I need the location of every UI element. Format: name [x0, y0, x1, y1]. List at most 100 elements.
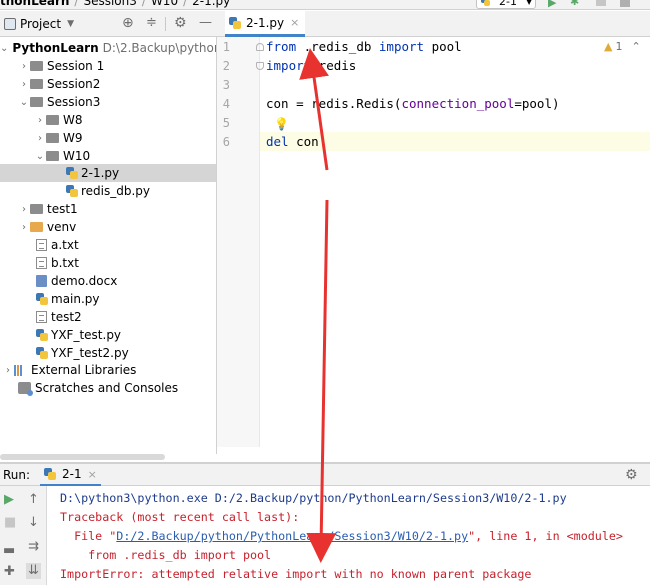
tree-item-label: Scratches and Consoles [35, 381, 179, 395]
tree-item-yxf-test-py[interactable]: YXF_test.py [0, 326, 216, 344]
tree-item-redis-db-py[interactable]: redis_db.py [0, 182, 216, 200]
folder-icon [46, 115, 59, 125]
chevron-down-icon[interactable]: ▼ [67, 19, 74, 29]
breadcrumb-w10[interactable]: W10 [151, 0, 178, 8]
run-toolbar: ▶ ↑ ■ ↓ ▬ ⇉ ✚ ⇊ [0, 486, 47, 585]
arrow-up-icon[interactable]: ↑ [28, 493, 39, 507]
project-panel-title[interactable]: Project [20, 17, 61, 31]
console-file-link[interactable]: D:/2.Backup/python/PythonLearn/Session3/… [116, 529, 468, 543]
tree-item-session2[interactable]: › Session2 [0, 75, 216, 93]
tree-item-session3[interactable]: ⌄ Session3 [0, 93, 216, 111]
gear-icon[interactable]: ⚙ [625, 467, 638, 483]
code-keyword: import [266, 58, 312, 73]
breadcrumb-session3[interactable]: Session3 [83, 0, 136, 8]
line-number: 5 [222, 116, 230, 130]
stop-icon[interactable]: ■ [4, 516, 16, 530]
chevron-right-icon[interactable]: › [18, 204, 30, 215]
scroll-to-end-icon[interactable]: ⇊ [26, 563, 41, 579]
stop-icon[interactable] [620, 0, 630, 7]
python-file-icon [36, 329, 48, 341]
tree-item-yxf-test2-py[interactable]: YXF_test2.py [0, 344, 216, 362]
inspection-widget[interactable]: ▲ 1 ⌃ [604, 40, 641, 53]
tree-item-external-libraries[interactable]: › External Libraries [0, 361, 216, 379]
tree-item-session1[interactable]: › Session 1 [0, 57, 216, 75]
close-icon[interactable]: × [290, 16, 299, 29]
chevron-right-icon[interactable]: › [18, 79, 30, 90]
tree-item-label: Session 1 [47, 59, 105, 73]
debug-icon[interactable]: ✱ [570, 0, 579, 8]
tree-item-scratches[interactable]: Scratches and Consoles [0, 379, 216, 397]
tree-item-2-1-py[interactable]: 2-1.py [0, 164, 216, 182]
breadcrumb-file[interactable]: 2-1.py [192, 0, 230, 8]
tree-item-a-txt[interactable]: a.txt [0, 236, 216, 254]
chevron-down-icon[interactable]: ⌄ [34, 151, 46, 162]
tree-item-label: W8 [63, 113, 83, 127]
python-file-icon [44, 468, 56, 480]
collapse-all-icon[interactable]: ≑ [146, 15, 157, 30]
coverage-icon[interactable] [596, 0, 606, 6]
tree-item-w10[interactable]: ⌄ W10 [0, 147, 216, 165]
project-panel-header: Project ▼ ⊕ ≑ ⚙ — [0, 11, 217, 37]
gear-icon[interactable]: ⚙ [174, 15, 187, 31]
text-file-icon [36, 239, 47, 251]
text-file-icon [36, 311, 47, 323]
run-configuration-select[interactable]: 2-1 ▼ [476, 0, 536, 9]
chevron-up-icon[interactable]: ⌃ [631, 40, 640, 53]
chevron-right-icon[interactable]: › [18, 61, 30, 72]
console-source-line: from .redis_db import pool [60, 548, 272, 562]
minimize-icon[interactable]: — [199, 15, 212, 30]
console-error-line: ImportError: attempted relative import w… [60, 567, 532, 581]
tree-item-pythonlearn[interactable]: ⌄ PythonLearn D:\2.Backup\python\ [0, 39, 216, 57]
navigation-bar: thonLearn / Session3 / W10 / 2-1.py 2-1 … [0, 0, 650, 10]
project-tree-scrollbar[interactable] [0, 454, 165, 460]
project-tree[interactable]: ⌄ PythonLearn D:\2.Backup\python\ › Sess… [0, 37, 217, 454]
chevron-down-icon[interactable]: ⌄ [0, 43, 8, 54]
tree-item-label: 2-1.py [81, 166, 120, 180]
rerun-icon[interactable]: ▶ [4, 493, 14, 507]
line-number: 6 [222, 135, 230, 149]
editor-tab-2-1-py[interactable]: 2-1.py × [225, 11, 305, 37]
python-file-icon [229, 16, 241, 29]
console-file-line: File "D:/2.Backup/python/PythonLearn/Ses… [60, 529, 623, 543]
breadcrumb-separator: / [141, 0, 146, 8]
fold-icon[interactable] [256, 43, 264, 51]
run-tab-2-1[interactable]: 2-1 × [40, 464, 101, 486]
tree-item-main-py[interactable]: main.py [0, 290, 216, 308]
pin-icon[interactable]: ✚ [4, 565, 15, 579]
tree-item-w8[interactable]: › W8 [0, 111, 216, 129]
tree-item-venv[interactable]: › venv [0, 218, 216, 236]
python-file-icon [36, 347, 48, 359]
editor-tab-label: 2-1.py [246, 15, 285, 30]
chevron-right-icon[interactable]: › [18, 222, 30, 233]
tree-item-label: a.txt [51, 238, 79, 252]
tree-item-label: venv [47, 220, 77, 234]
soft-wrap-icon[interactable]: ⇉ [28, 540, 39, 554]
close-icon[interactable]: × [88, 468, 97, 481]
run-icon[interactable]: ▶ [548, 0, 556, 9]
tree-item-label: Session2 [47, 77, 101, 91]
tree-item-b-txt[interactable]: b.txt [0, 254, 216, 272]
tree-item-test2[interactable]: test2 [0, 308, 216, 326]
tree-item-w9[interactable]: › W9 [0, 129, 216, 147]
warning-count: 1 [615, 40, 623, 53]
locate-file-icon[interactable]: ⊕ [122, 16, 134, 30]
tree-item-demo-docx[interactable]: demo.docx [0, 272, 216, 290]
chevron-right-icon[interactable]: › [2, 365, 14, 376]
chevron-down-icon[interactable]: ⌄ [18, 97, 30, 108]
breadcrumb-separator: / [183, 0, 188, 8]
chevron-right-icon[interactable]: › [34, 133, 46, 144]
tree-item-label: YXF_test.py [51, 328, 122, 342]
tree-item-label: test1 [47, 202, 78, 216]
line-number: 1 [222, 40, 230, 54]
layout-icon[interactable]: ▬ [3, 544, 15, 558]
chevron-right-icon[interactable]: › [34, 115, 46, 126]
folder-icon [46, 151, 59, 161]
divider [165, 17, 166, 31]
fold-icon[interactable] [256, 62, 264, 70]
lightbulb-icon[interactable]: 💡 [274, 117, 289, 131]
folder-icon [30, 97, 43, 107]
arrow-down-icon[interactable]: ↓ [28, 516, 39, 530]
tree-item-test1[interactable]: › test1 [0, 200, 216, 218]
breadcrumb-project[interactable]: thonLearn [0, 0, 69, 8]
chevron-down-icon: ▼ [525, 0, 533, 6]
